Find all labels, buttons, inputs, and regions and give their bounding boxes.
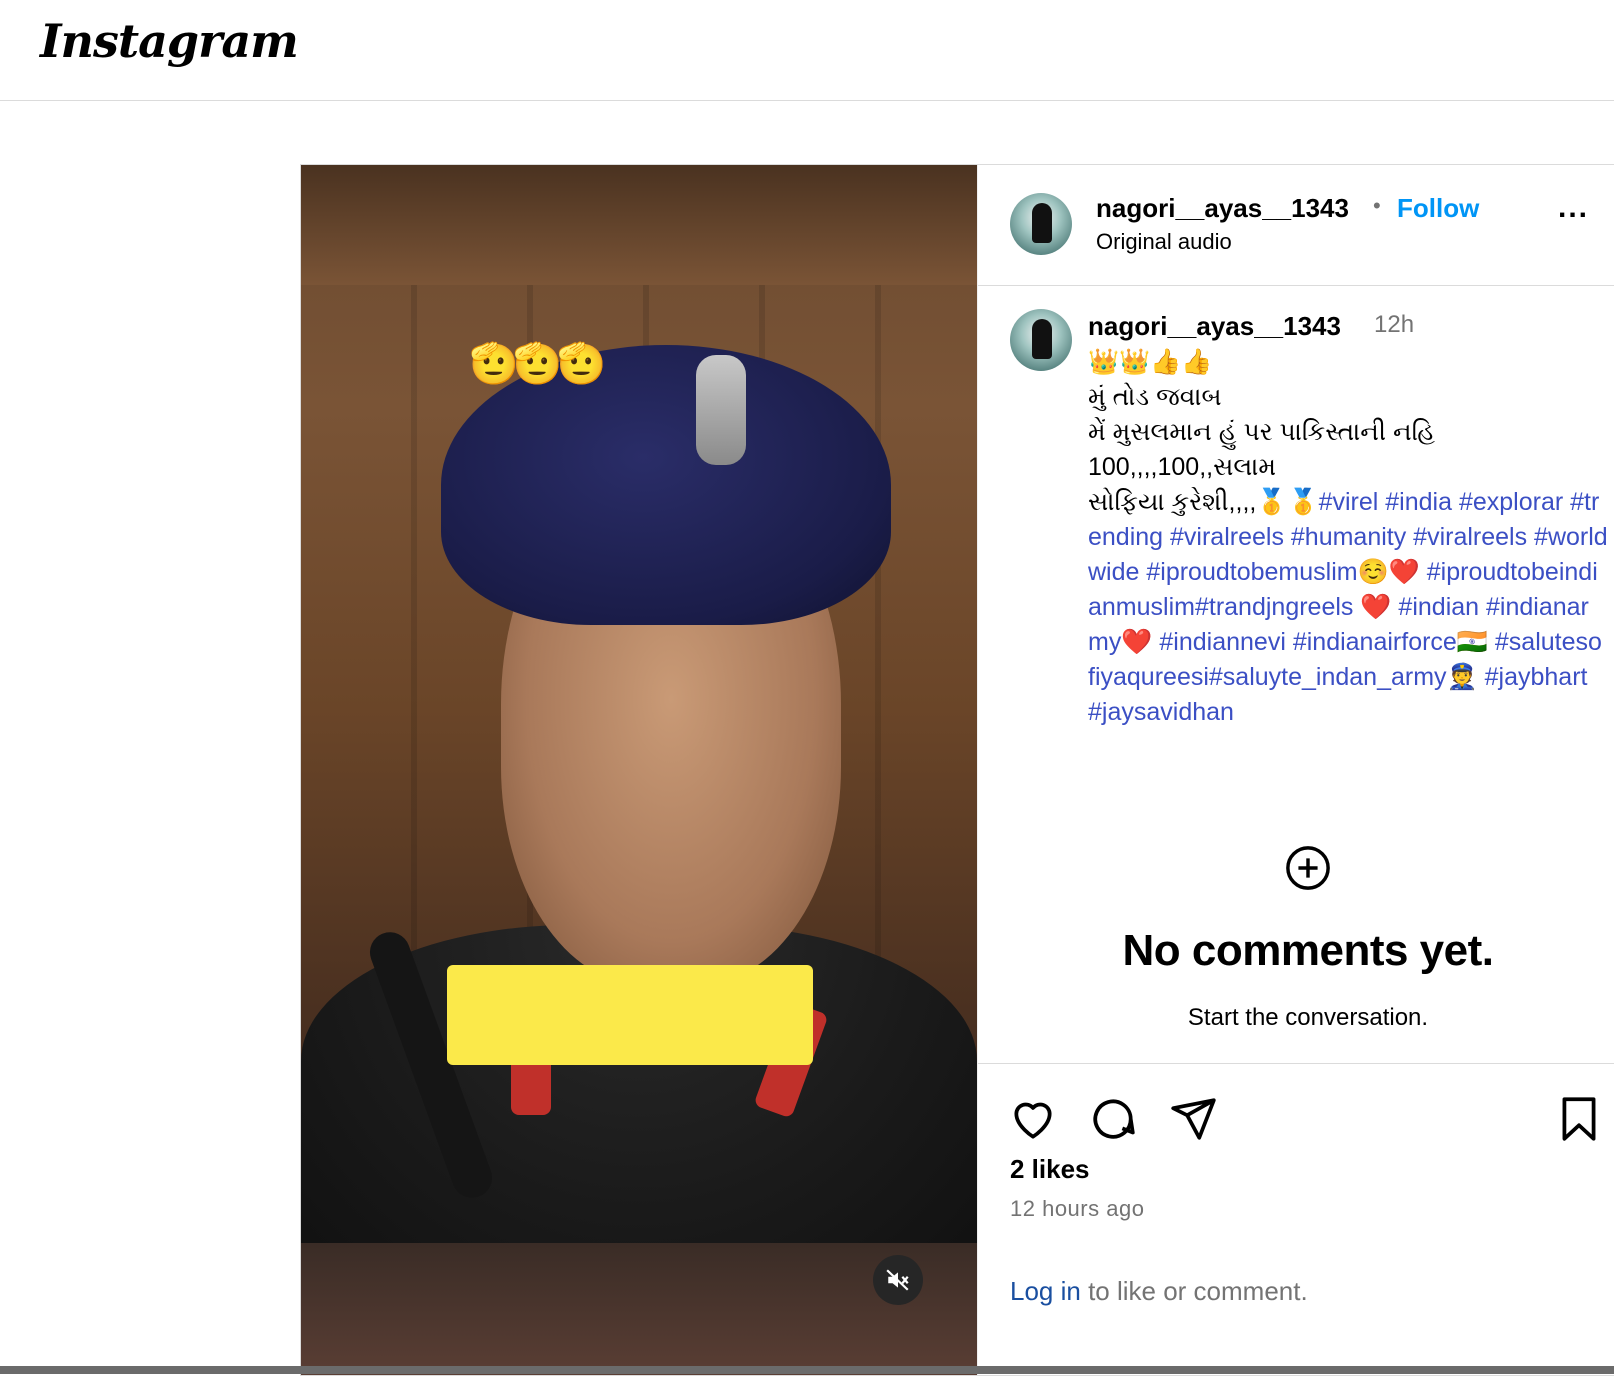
share-icon[interactable]: [1168, 1094, 1218, 1144]
action-bar: 2 likes 12 hours ago Log in to like or c…: [978, 1063, 1614, 1376]
instagram-logo[interactable]: Instagram: [40, 14, 299, 68]
separator-dot: •: [1373, 193, 1381, 218]
bookmark-icon[interactable]: [1554, 1094, 1604, 1144]
caption-hashtags[interactable]: #virel #india #explorar #trending #viral…: [1088, 488, 1608, 726]
author-avatar[interactable]: [1010, 193, 1072, 255]
author-username[interactable]: nagori__ayas__1343: [1096, 193, 1349, 224]
bottom-strip: [0, 1366, 1614, 1374]
login-link[interactable]: Log in: [1010, 1276, 1081, 1306]
caption-text: 👑👑👍👍 મું તોડ જવાબ મેં મુસલમાન હું પર પાક…: [1088, 345, 1608, 730]
post-sidebar: nagori__ayas__1343 • Follow Original aud…: [977, 165, 1614, 1375]
video-beret: [441, 345, 891, 625]
comment-icon[interactable]: [1088, 1094, 1138, 1144]
original-audio-link[interactable]: Original audio: [1096, 229, 1232, 255]
top-bar: Instagram: [0, 0, 1614, 101]
post-time-ago[interactable]: 12 hours ago: [1010, 1196, 1144, 1222]
follow-button[interactable]: Follow: [1397, 193, 1479, 224]
likes-count[interactable]: 2 likes: [1010, 1154, 1090, 1185]
post-container: 🫡🫡🫡 nagori__ayas__1343 • Follow Original…: [300, 164, 1614, 1376]
add-circle-icon[interactable]: [1285, 845, 1331, 891]
login-prompt-text: to like or comment.: [1080, 1276, 1308, 1306]
mute-button[interactable]: [873, 1255, 923, 1305]
video-caption-box: [447, 965, 813, 1065]
caption-timestamp[interactable]: 12h: [1374, 311, 1414, 339]
more-options-icon[interactable]: ...: [1558, 191, 1589, 225]
video-beret-badge: [696, 355, 746, 465]
video-salute-emoji: 🫡🫡🫡: [469, 342, 606, 386]
login-prompt: Log in to like or comment.: [1010, 1276, 1308, 1307]
heart-icon[interactable]: [1008, 1094, 1058, 1144]
no-comments-title: No comments yet.: [1122, 926, 1494, 975]
no-comments-subtitle: Start the conversation.: [1187, 1004, 1429, 1031]
post-header: nagori__ayas__1343 • Follow Original aud…: [978, 165, 1614, 286]
speaker-muted-icon: [886, 1269, 909, 1291]
caption-username[interactable]: nagori__ayas__1343: [1088, 311, 1341, 342]
caption-author-avatar[interactable]: [1010, 309, 1072, 371]
empty-comments: No comments yet. Start the conversation.: [978, 845, 1614, 1032]
reel-video[interactable]: 🫡🫡🫡: [301, 165, 977, 1375]
